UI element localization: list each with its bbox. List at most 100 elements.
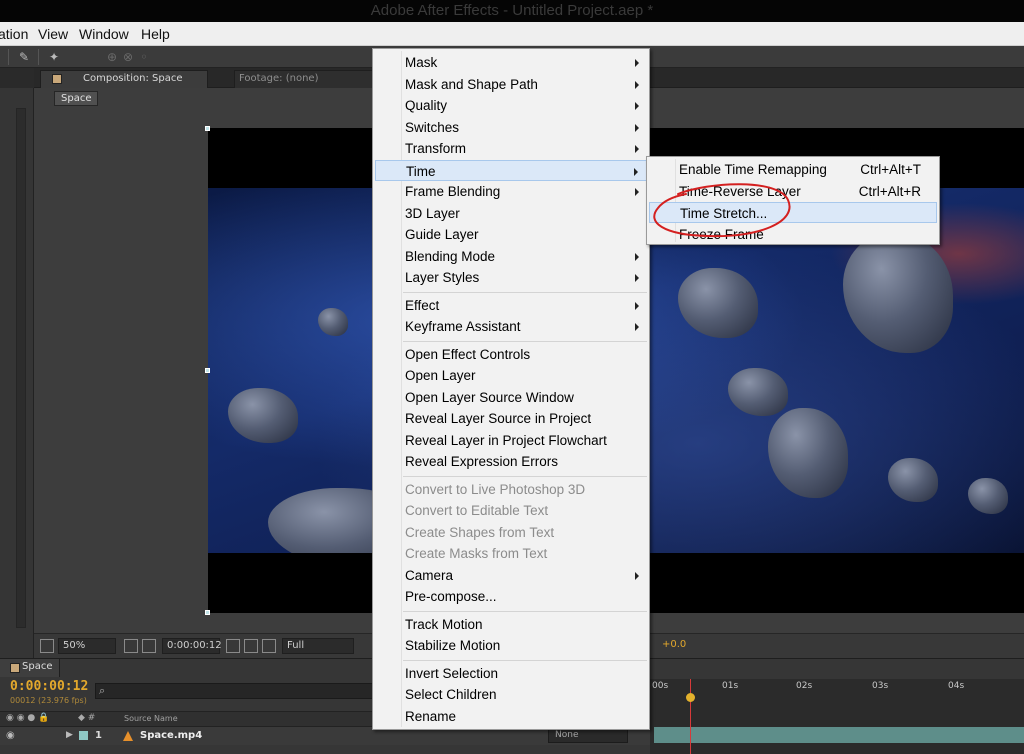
menu-item-label: Blending Mode <box>405 248 496 264</box>
menu-view[interactable]: View <box>38 26 68 42</box>
menu-item-layer-styles[interactable]: Layer Styles <box>375 267 647 288</box>
comp-navigator-button[interactable]: Space <box>54 91 99 106</box>
left-panel-scrollbar[interactable] <box>16 108 26 628</box>
menu-item-quality[interactable]: Quality <box>375 95 647 116</box>
menu-item-camera[interactable]: Camera <box>375 565 647 586</box>
grid-icon[interactable] <box>124 639 138 653</box>
layer-handle[interactable] <box>205 610 210 615</box>
timeline-search-input[interactable]: ⌕ <box>95 683 375 699</box>
submenu-arrow-icon <box>635 123 639 132</box>
asteroid <box>318 308 348 336</box>
brush-tool-icon[interactable]: ✎ <box>16 49 32 65</box>
menu-item-invert-selection[interactable]: Invert Selection <box>375 663 647 684</box>
submenu-arrow-icon <box>635 59 639 67</box>
menu-item-rename[interactable]: Rename <box>375 706 647 727</box>
submenu-arrow-icon <box>635 252 639 261</box>
menu-separator <box>403 340 647 342</box>
menu-item-blending-mode[interactable]: Blending Mode <box>375 246 647 267</box>
snapshot-icon[interactable] <box>226 639 240 653</box>
submenu-item-time-stretch[interactable]: Time Stretch... <box>649 202 937 223</box>
submenu-item-time-reverse-layer[interactable]: Time-Reverse Layer Ctrl+Alt+R <box>649 181 937 202</box>
menu-help[interactable]: Help <box>141 26 170 42</box>
menu-item-frame-blending[interactable]: Frame Blending <box>375 181 647 202</box>
menu-item-track-motion[interactable]: Track Motion <box>375 614 647 635</box>
expand-triangle-icon[interactable]: ▶ <box>66 730 73 740</box>
menu-item-label: Stabilize Motion <box>405 638 501 653</box>
composition-tab-label: Composition: Space <box>83 73 183 84</box>
submenu-item-label: Time Stretch... <box>680 206 768 221</box>
layer-handle[interactable] <box>205 368 210 373</box>
tab-timeline-space[interactable]: Space <box>0 659 60 677</box>
show-snapshot-icon[interactable] <box>244 639 258 653</box>
menu-item-reveal-layer-in-project-flowchart[interactable]: Reveal Layer in Project Flowchart <box>375 430 647 451</box>
source-name-header[interactable]: Source Name <box>124 714 178 723</box>
visibility-eye-icon[interactable]: ◉ <box>6 730 15 741</box>
puppet-pin-tool-icon[interactable]: ✦ <box>46 49 62 65</box>
submenu-item-shortcut: Ctrl+Alt+T <box>860 162 921 177</box>
menu-item-label: 3D Layer <box>405 205 460 221</box>
submenu-item-freeze-frame[interactable]: Freeze Frame <box>649 224 937 245</box>
menu-item-guide-layer[interactable]: Guide Layer <box>375 224 647 245</box>
menu-item-label: Open Effect Controls <box>405 346 531 362</box>
layer-duration-bar[interactable] <box>654 727 1024 743</box>
menu-item-label: Time <box>406 163 436 179</box>
menu-item-label: Create Masks from Text <box>405 546 548 561</box>
menu-item-label: Transform <box>405 141 467 156</box>
menu-item-mask[interactable]: Mask <box>375 52 647 73</box>
menu-item-keyframe-assistant[interactable]: Keyframe Assistant <box>375 316 647 337</box>
menu-animation[interactable]: ation <box>0 26 28 42</box>
menu-item-switches[interactable]: Switches <box>375 117 647 138</box>
submenu-arrow-icon <box>634 167 638 176</box>
submenu-arrow-icon <box>635 145 639 153</box>
exposure-value[interactable]: +0.0 <box>662 639 686 650</box>
ruler-tick-label: 03s <box>872 681 889 691</box>
timeline-current-time[interactable]: 0:00:00:12 <box>10 679 88 694</box>
left-panel <box>0 68 34 658</box>
toolbar-separator <box>38 49 39 65</box>
layer-handle[interactable] <box>205 126 210 131</box>
channels-icon[interactable] <box>262 639 276 653</box>
submenu-arrow-icon <box>635 571 639 580</box>
asteroid <box>843 233 953 353</box>
playhead-handle[interactable] <box>686 693 695 702</box>
submenu-item-label: Freeze Frame <box>679 226 764 242</box>
always-preview-icon[interactable] <box>40 639 54 653</box>
menu-item-transform[interactable]: Transform <box>375 138 647 159</box>
submenu-arrow-icon <box>635 323 639 331</box>
submenu-arrow-icon <box>635 102 639 110</box>
current-time-field[interactable]: 0:00:00:12 <box>162 638 222 654</box>
menu-item-reveal-expression-errors[interactable]: Reveal Expression Errors <box>375 451 647 472</box>
menu-item-select-children[interactable]: Select Children <box>375 684 647 705</box>
menu-item-reveal-layer-source-in-project[interactable]: Reveal Layer Source in Project <box>375 408 647 429</box>
tab-footage[interactable]: Footage: (none) <box>234 70 384 88</box>
menu-item-label: Reveal Layer in Project Flowchart <box>405 432 607 448</box>
layer-name[interactable]: Space.mp4 <box>140 730 202 741</box>
mask-visibility-icon[interactable] <box>142 639 156 653</box>
title-bar: Adobe After Effects - Untitled Project.a… <box>0 0 1024 22</box>
submenu-item-shortcut: Ctrl+Alt+R <box>858 183 921 199</box>
submenu-item-enable-time-remapping[interactable]: Enable Time Remapping Ctrl+Alt+T <box>649 159 937 180</box>
menu-item-time[interactable]: Time <box>375 159 647 181</box>
menu-item-stabilize-motion[interactable]: Stabilize Motion <box>375 635 647 656</box>
menu-item-open-layer[interactable]: Open Layer <box>375 365 647 386</box>
menu-item-effect[interactable]: Effect <box>375 295 647 316</box>
parent-dropdown[interactable]: None <box>548 729 628 743</box>
time-ruler[interactable]: 00s 01s 02s 03s 04s <box>650 679 1024 754</box>
menu-item-label: Mask and Shape Path <box>405 76 538 92</box>
menu-item-pre-compose[interactable]: Pre-compose... <box>375 586 647 607</box>
submenu-item-label: Time-Reverse Layer <box>679 183 801 199</box>
playhead-line[interactable] <box>690 679 691 754</box>
menu-item-open-effect-controls[interactable]: Open Effect Controls <box>375 344 647 365</box>
menu-item-mask-and-shape-path[interactable]: Mask and Shape Path <box>375 74 647 95</box>
menu-item-label: Switches <box>405 119 460 135</box>
menu-item-3d-layer[interactable]: 3D Layer <box>375 203 647 224</box>
layer-label-color[interactable] <box>79 731 88 740</box>
menu-item-open-layer-source-window[interactable]: Open Layer Source Window <box>375 387 647 408</box>
tab-composition[interactable]: Composition: Space <box>40 70 208 88</box>
menu-window[interactable]: Window <box>79 26 129 42</box>
menu-item-label: Open Layer Source Window <box>405 389 574 405</box>
menu-item-label: Rename <box>405 708 457 724</box>
menu-item-label: Convert to Live Photoshop 3D <box>405 481 586 497</box>
magnification-dropdown[interactable]: 50% <box>58 638 116 654</box>
resolution-dropdown[interactable]: Full <box>282 638 354 654</box>
